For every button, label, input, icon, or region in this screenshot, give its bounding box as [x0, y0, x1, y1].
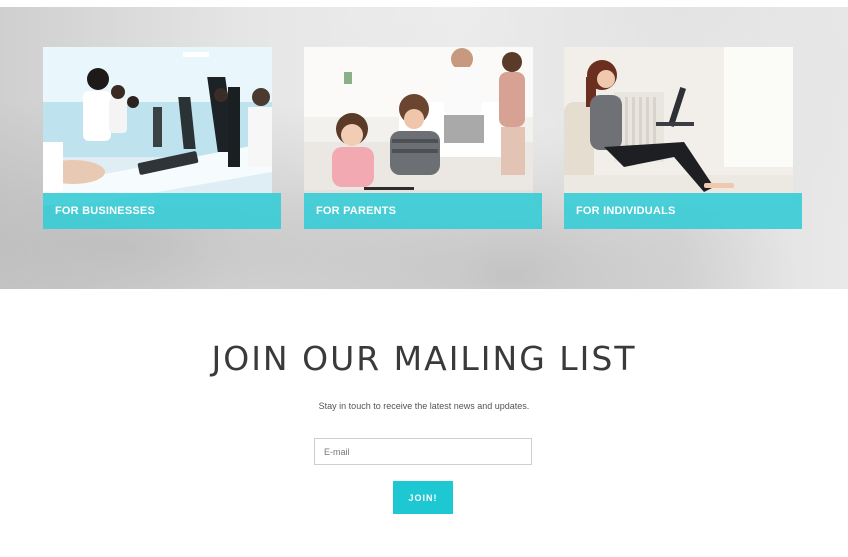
individuals-photo: [564, 47, 793, 205]
card-for-individuals[interactable]: FOR INDIVIDUALS: [564, 47, 802, 229]
card-label-parents[interactable]: FOR PARENTS: [304, 193, 542, 229]
card-for-businesses[interactable]: FOR BUSINESSES: [43, 47, 281, 229]
hero-banner: FOR BUSINESSES FOR PARENTS FOR INDIVIDUA…: [0, 7, 848, 289]
parents-photo: [304, 47, 533, 205]
card-label-businesses[interactable]: FOR BUSINESSES: [43, 193, 281, 229]
mailing-list-section: JOIN OUR MAILING LIST Stay in touch to r…: [0, 289, 848, 557]
join-button[interactable]: JOIN!: [393, 481, 453, 514]
businesses-photo: [43, 47, 272, 205]
email-input[interactable]: [314, 438, 532, 465]
mailing-subtitle: Stay in touch to receive the latest news…: [318, 401, 530, 411]
mailing-title: JOIN OUR MAILING LIST: [211, 339, 637, 378]
card-for-parents[interactable]: FOR PARENTS: [304, 47, 542, 229]
card-label-individuals[interactable]: FOR INDIVIDUALS: [564, 193, 802, 229]
